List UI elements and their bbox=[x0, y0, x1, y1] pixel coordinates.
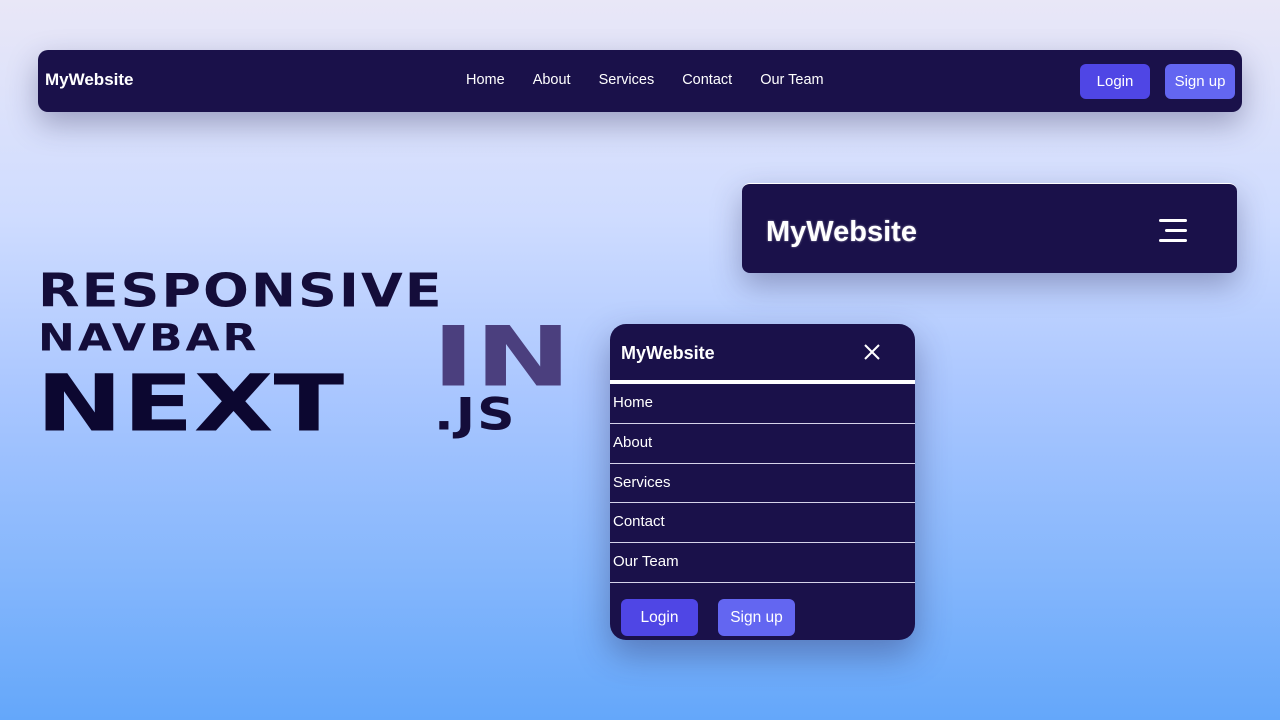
mobile-link-contact[interactable]: Contact bbox=[610, 503, 915, 544]
headline-in: IN bbox=[432, 309, 572, 406]
tablet-logo[interactable]: MyWebsite bbox=[766, 216, 917, 249]
tablet-navbar: MyWebsite bbox=[742, 183, 1237, 273]
headline-js: .JS bbox=[434, 389, 517, 441]
mobile-nav-links: Home About Services Contact Our Team bbox=[610, 384, 915, 583]
nav-link-our-team[interactable]: Our Team bbox=[760, 72, 823, 88]
nav-link-services[interactable]: Services bbox=[599, 72, 655, 88]
mobile-link-about[interactable]: About bbox=[610, 424, 915, 464]
close-icon[interactable] bbox=[863, 343, 881, 361]
mobile-menu-header: MyWebsite bbox=[610, 324, 915, 381]
hamburger-menu-icon[interactable] bbox=[1155, 219, 1187, 243]
mobile-login-button[interactable]: Login bbox=[621, 599, 698, 636]
mobile-link-home[interactable]: Home bbox=[610, 384, 915, 424]
headline-responsive: RESPONSIVE bbox=[38, 263, 444, 318]
desktop-nav-links: Home About Services Contact Our Team bbox=[466, 72, 824, 88]
desktop-logo[interactable]: MyWebsite bbox=[45, 70, 134, 90]
desktop-signup-button[interactable]: Sign up bbox=[1165, 64, 1235, 99]
mobile-menu: MyWebsite Home About Services Contact Ou… bbox=[610, 324, 915, 640]
nav-link-contact[interactable]: Contact bbox=[682, 72, 732, 88]
desktop-login-button[interactable]: Login bbox=[1080, 64, 1150, 99]
desktop-navbar: MyWebsite Home About Services Contact Ou… bbox=[38, 50, 1242, 112]
nav-link-home[interactable]: Home bbox=[466, 72, 505, 88]
headline-next: NEXT bbox=[36, 357, 345, 450]
mobile-signup-button[interactable]: Sign up bbox=[718, 599, 795, 636]
nav-link-about[interactable]: About bbox=[533, 72, 571, 88]
headline-navbar: NAVBAR bbox=[38, 316, 260, 360]
mobile-logo[interactable]: MyWebsite bbox=[621, 343, 715, 364]
mobile-link-services[interactable]: Services bbox=[610, 464, 915, 504]
mobile-link-our-team[interactable]: Our Team bbox=[610, 543, 915, 583]
